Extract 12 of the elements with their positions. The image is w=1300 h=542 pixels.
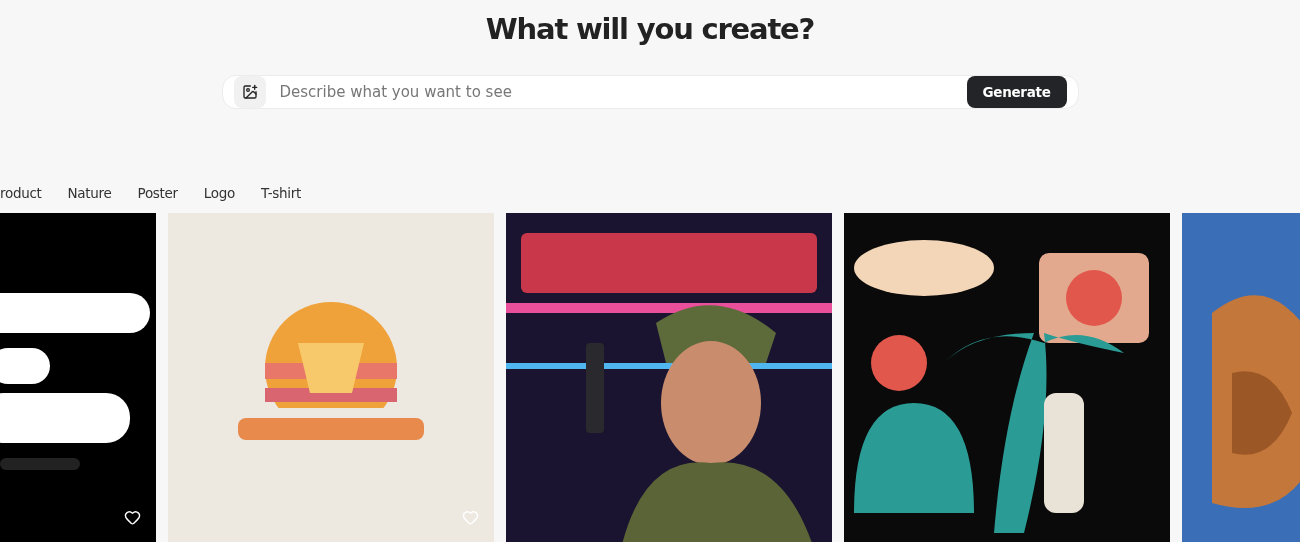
image-plus-icon <box>241 84 258 100</box>
generate-button[interactable]: Generate <box>966 76 1067 108</box>
heart-icon <box>123 508 141 526</box>
page-heading: What will you create? <box>485 11 815 48</box>
category-tab[interactable]: T-shirt <box>261 185 301 201</box>
category-tab[interactable]: Nature <box>67 185 112 201</box>
category-tab[interactable]: Poster <box>137 185 178 201</box>
category-tab[interactable]: roduct <box>0 185 42 201</box>
category-tab[interactable]: Logo <box>203 185 236 201</box>
image-upload-button[interactable] <box>233 76 266 108</box>
heart-icon <box>461 508 479 526</box>
prompt-field[interactable]: Describe what you want to see Generate <box>221 75 1079 109</box>
